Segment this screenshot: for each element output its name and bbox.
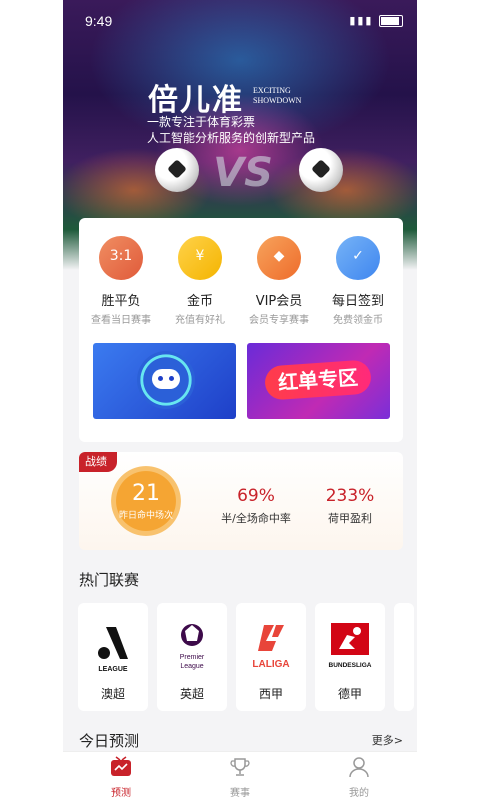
- quick-action-title: 金币: [186, 294, 213, 309]
- svg-text:BUNDESLIGA: BUNDESLIGA: [329, 662, 372, 669]
- calendar-icon: 3:1: [99, 236, 143, 280]
- signal-icon: ▮▮▮: [349, 14, 374, 27]
- tab-matches[interactable]: 赛事: [200, 756, 280, 799]
- hits-label: 昨日命中场次: [118, 511, 173, 521]
- tab-mine[interactable]: 我的: [319, 756, 399, 799]
- hot-leagues-title: 热门联赛: [79, 571, 140, 589]
- premier-league-logo: Premier League: [180, 624, 205, 670]
- hits-count: 21: [132, 481, 160, 506]
- quick-action-vip[interactable]: ◆ VIP会员 会员专享赛事: [239, 236, 319, 326]
- quick-action-title: VIP会员: [255, 294, 303, 309]
- stat-profit: 233% 荷甲盈利: [325, 486, 375, 525]
- red-zone-banner[interactable]: 红单专区: [247, 343, 390, 419]
- robot-icon: [137, 351, 195, 409]
- league-name: 德甲: [337, 687, 362, 701]
- quick-actions-card: 3:1 胜平负 查看当日赛事 ¥ 金币 充值有好礼 ◆ VIP会员 会员专享赛事…: [79, 218, 403, 442]
- today-predictions-title: 今日预测: [79, 732, 140, 750]
- quick-action-checkin[interactable]: ✓ 每日签到 免费领金币: [318, 236, 398, 326]
- quick-action-coins[interactable]: ¥ 金币 充值有好礼: [160, 236, 240, 326]
- stat-hit-rate: 69% 半/全场命中率: [221, 486, 291, 525]
- football-icon: [155, 148, 199, 192]
- quick-action-title: 胜平负: [101, 294, 141, 309]
- svg-text:LALIGA: LALIGA: [252, 659, 289, 670]
- more-link[interactable]: 更多>: [372, 732, 403, 748]
- league-name: 西甲: [258, 687, 283, 701]
- bottom-tab-bar: 预测 赛事 我的: [63, 751, 417, 800]
- coin-icon: ¥: [178, 236, 222, 280]
- league-name: 英超: [179, 687, 204, 701]
- status-bar: 9:49 ▮▮▮: [85, 10, 403, 34]
- svg-text:Premier: Premier: [180, 654, 205, 661]
- app-logo: 倍儿准: [148, 83, 244, 118]
- app-screen: 9:49 ▮▮▮ 倍儿准 EXCITING SHOWDOWN 一款专注于体育彩票…: [63, 0, 417, 800]
- quick-action-title: 每日签到: [331, 294, 384, 309]
- league-card-a-league[interactable]: LEAGUE 澳超: [78, 603, 148, 711]
- league-card-premier-league[interactable]: Premier League 英超: [157, 603, 227, 711]
- league-card-partial[interactable]: [394, 603, 414, 711]
- record-tag: 战绩: [79, 452, 117, 472]
- hits-badge: 21 昨日命中场次: [111, 466, 181, 536]
- red-zone-label: 红单专区: [263, 359, 373, 401]
- record-card[interactable]: 战绩 21 昨日命中场次 69% 半/全场命中率 233% 荷甲盈利: [79, 452, 403, 550]
- status-icons: ▮▮▮: [349, 14, 403, 27]
- quick-action-subtitle: 充值有好礼: [175, 315, 225, 326]
- battery-icon: [379, 15, 403, 27]
- tv-icon: [111, 756, 131, 776]
- bundesliga-logo: BUNDESLIGA: [329, 623, 372, 669]
- league-card-laliga[interactable]: LALIGA 西甲: [236, 603, 306, 711]
- svg-text:League: League: [180, 663, 203, 670]
- hero-tagline: 一款专注于体育彩票 人工智能分析服务的创新型产品: [147, 115, 316, 145]
- app-logo-subtitle: EXCITING SHOWDOWN: [253, 86, 302, 105]
- laliga-logo: LALIGA: [252, 625, 290, 670]
- diamond-icon: ◆: [257, 236, 301, 280]
- checkin-icon: ✓: [336, 236, 380, 280]
- football-icon: [299, 148, 343, 192]
- vs-mark: VS: [213, 150, 273, 196]
- tab-predict[interactable]: 预测: [81, 756, 161, 799]
- quick-action-subtitle: 查看当日赛事: [91, 315, 151, 326]
- quick-action-subtitle: 会员专享赛事: [249, 315, 309, 326]
- user-icon: [349, 757, 369, 778]
- league-name: 澳超: [100, 687, 125, 701]
- quick-action-subtitle: 免费领金币: [333, 315, 383, 326]
- quick-action-win-draw-lose[interactable]: 3:1 胜平负 查看当日赛事: [81, 236, 161, 326]
- trophy-icon: [230, 758, 250, 776]
- ai-robot-banner[interactable]: [93, 343, 236, 419]
- status-time: 9:49: [85, 13, 113, 29]
- league-card-bundesliga[interactable]: BUNDESLIGA 德甲: [315, 603, 385, 711]
- svg-text:LEAGUE: LEAGUE: [98, 666, 128, 673]
- a-league-logo: LEAGUE: [98, 627, 128, 673]
